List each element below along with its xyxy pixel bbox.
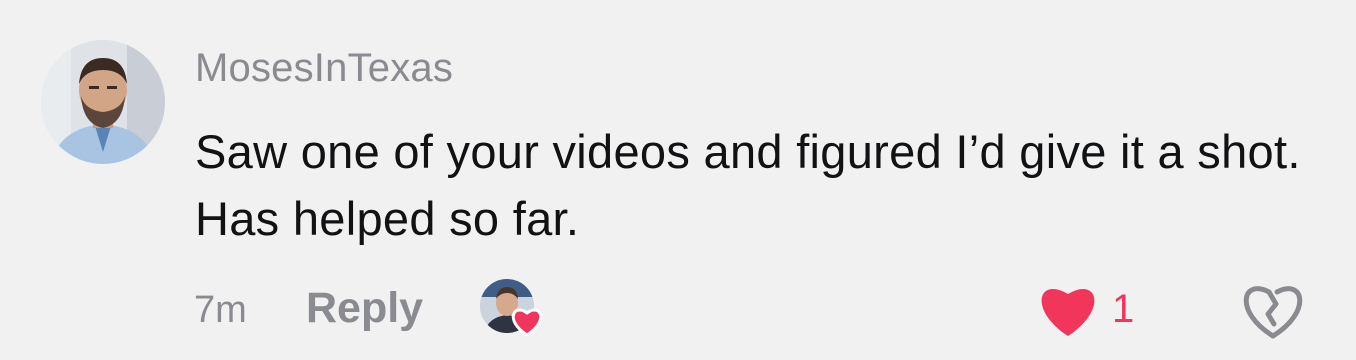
like-count: 1 (1112, 287, 1135, 331)
comment-actions: 7m Reply 1 (0, 272, 1356, 342)
reply-button[interactable]: Reply (306, 284, 423, 332)
heart-icon[interactable] (1036, 280, 1100, 338)
comment-item: MosesInTexas Saw one of your videos and … (0, 0, 1356, 360)
comment-text: Saw one of your videos and figured I’d g… (195, 125, 1301, 245)
broken-heart-icon[interactable] (1240, 280, 1306, 340)
comment-timestamp: 7m (194, 289, 247, 331)
user-avatar-image (41, 40, 165, 164)
mini-heart-icon (511, 308, 543, 337)
user-avatar[interactable] (41, 40, 165, 164)
liked-by-creator-badge (480, 279, 546, 339)
comment-username[interactable]: MosesInTexas (195, 44, 453, 92)
